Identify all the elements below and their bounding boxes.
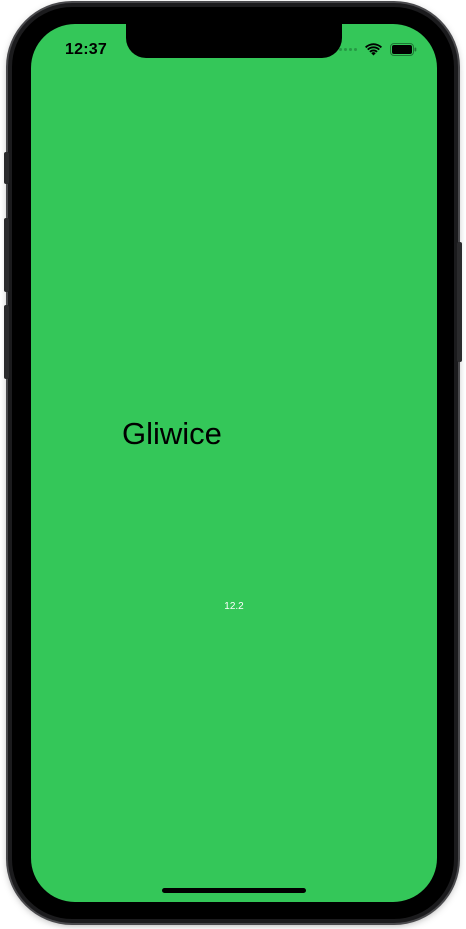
- temperature-value: 12.2: [224, 601, 244, 612]
- app-screen: 12:37 Gliwice 12.2: [31, 24, 437, 902]
- city-name: Gliwice: [122, 416, 222, 451]
- notch: [126, 24, 342, 58]
- signal-dots-icon: [339, 48, 357, 51]
- power-button: [457, 242, 462, 362]
- volume-down-button: [4, 305, 9, 379]
- wifi-icon: [365, 43, 382, 56]
- mute-switch: [4, 152, 9, 184]
- status-icons: [339, 43, 417, 56]
- home-indicator[interactable]: [162, 888, 306, 893]
- volume-up-button: [4, 218, 9, 292]
- status-time: 12:37: [65, 41, 107, 58]
- battery-icon: [390, 43, 417, 56]
